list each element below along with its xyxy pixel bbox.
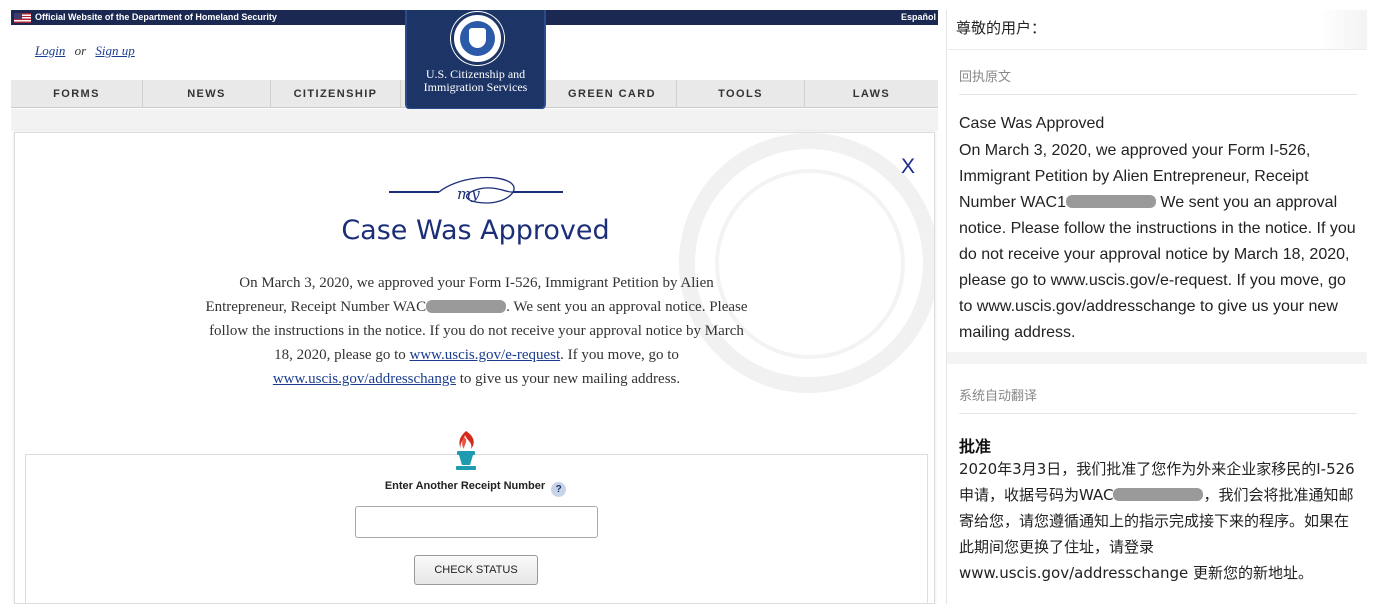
content-top-band (11, 109, 938, 131)
torch-icon (456, 431, 476, 470)
case-text-4: to give us your new mailing address. (456, 371, 681, 387)
flourish-text: my (457, 185, 480, 203)
redacted-receipt-number (1065, 195, 1156, 208)
case-status-card: X my Case Was Approved On March 3, 2020,… (14, 132, 935, 604)
uscis-logo[interactable]: U.S. Citizenship and Immigration Service… (405, 10, 546, 110)
nav-item-laws[interactable]: LAWS (805, 80, 938, 108)
section-band (947, 352, 1367, 364)
original-title: Case Was Approved (959, 115, 1105, 132)
auto-translation-label: 系统自动翻译 (959, 389, 1038, 404)
notification-panel: 尊敬的用户： 回执原文 Case Was Approved On March 3… (946, 10, 1367, 604)
signup-link[interactable]: Sign up (95, 43, 134, 58)
original-receipt-label: 回执原文 (959, 70, 1012, 85)
e-request-link[interactable]: www.uscis.gov/e-request (410, 347, 561, 363)
section-divider (959, 413, 1357, 414)
translation-title: 批准 (959, 437, 992, 456)
case-description: On March 3, 2020, we approved your Form … (199, 271, 754, 391)
nav-item-citizenship[interactable]: CITIZENSHIP (271, 80, 401, 108)
login-link[interactable]: Login (35, 43, 65, 58)
receipt-number-label: Enter Another Receipt Number? (15, 480, 934, 497)
login-or-text: or (74, 43, 87, 58)
close-button[interactable]: X (901, 155, 915, 179)
receipt-number-input[interactable] (355, 506, 598, 538)
account-links: Login or Sign up (35, 43, 135, 59)
nav-item-tools[interactable]: TOOLS (677, 80, 805, 108)
addresschange-link[interactable]: www.uscis.gov/addresschange (273, 371, 456, 387)
case-text-3: . If you move, go to (560, 347, 679, 363)
original-text-2: We sent you an approval notice. Please f… (959, 194, 1356, 341)
nav-item-green-card[interactable]: GREEN CARD (548, 80, 677, 108)
nav-item-news[interactable]: NEWS (143, 80, 271, 108)
receipt-label-text: Enter Another Receipt Number (384, 480, 546, 492)
salutation: 尊敬的用户： (947, 10, 1367, 50)
translation-body: 2020年3月3日，我们批准了您作为外来企业家移民的I-526申请，收据号码为W… (959, 456, 1359, 586)
screenshot-composite: Official Website of the Department of Ho… (0, 0, 1379, 611)
redacted-receipt-number (426, 300, 507, 313)
official-website-text: Official Website of the Department of Ho… (35, 12, 277, 22)
agency-name: U.S. Citizenship and Immigration Service… (423, 67, 528, 94)
nav-item-forms[interactable]: FORMS (11, 80, 143, 108)
my-uscis-flourish-icon: my (389, 176, 563, 204)
case-title: Case Was Approved (341, 215, 610, 246)
us-flag-icon (14, 13, 31, 23)
redacted-receipt-number (1113, 488, 1204, 501)
espanol-link[interactable]: Español (901, 10, 936, 25)
section-divider (959, 94, 1357, 95)
dhs-seal-icon (451, 12, 504, 65)
original-body: On March 3, 2020, we approved your Form … (959, 138, 1359, 346)
uscis-case-status-page: Official Website of the Department of Ho… (11, 10, 938, 604)
check-status-button[interactable]: CHECK STATUS (414, 555, 538, 585)
help-icon[interactable]: ? (551, 482, 567, 497)
